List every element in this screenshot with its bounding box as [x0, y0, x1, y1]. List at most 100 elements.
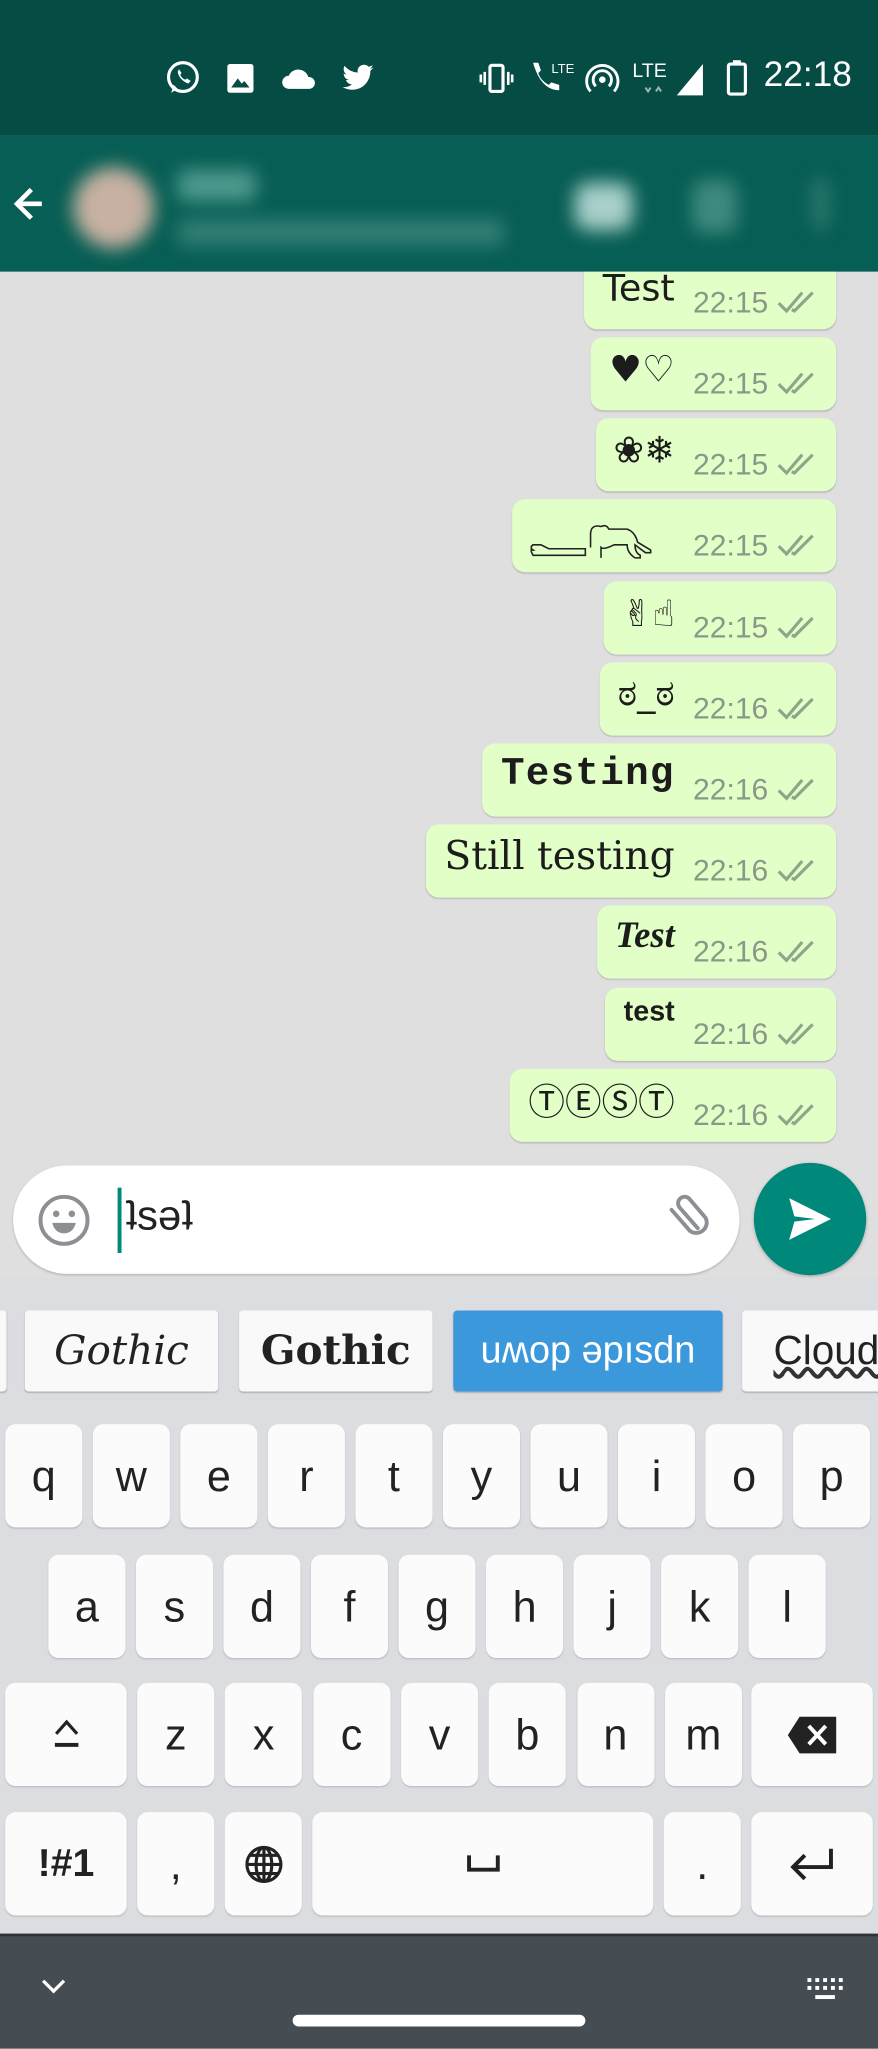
backspace-key[interactable]: [751, 1682, 873, 1787]
message-text: ❀❄: [613, 427, 675, 472]
navigation-bar: [0, 1933, 878, 2049]
message-input-text[interactable]: ʇsǝʇ: [125, 1192, 192, 1240]
message-time: 22:15: [693, 527, 769, 562]
message-text: Test: [615, 915, 675, 957]
key-f[interactable]: f: [310, 1554, 389, 1659]
font-suggestion-cloud[interactable]: Cloud: [742, 1310, 878, 1392]
contact-name[interactable]: [177, 169, 257, 202]
key-r[interactable]: r: [267, 1424, 345, 1528]
message-bubble[interactable]: ✌☝ 22:15: [603, 581, 837, 655]
video-call-button[interactable]: [574, 182, 633, 230]
message-bubble[interactable]: Testing 22:16: [482, 743, 837, 817]
keyboard-icon: [807, 1978, 843, 2000]
arrow-back-icon: [13, 187, 42, 220]
key-d[interactable]: d: [223, 1554, 301, 1659]
double-check-icon: [777, 859, 814, 882]
message-bubble[interactable]: Still testing 22:16: [426, 824, 837, 898]
double-check-icon: [777, 697, 814, 720]
double-check-icon: [777, 291, 814, 314]
message-list[interactable]: Test 22:15 ♥♡ 22:15 ❀❄ 22:15 22:15 ✌☝ 22:15 ಠ_ಠ 22…: [0, 271, 878, 1155]
message-text: ಠ_ಠ: [617, 671, 675, 715]
key-g[interactable]: g: [398, 1554, 476, 1659]
double-check-icon: [777, 940, 814, 963]
message-bubble[interactable]: test 22:16: [605, 987, 837, 1061]
key-s[interactable]: s: [135, 1554, 213, 1659]
avatar[interactable]: [73, 167, 155, 249]
svg-text:LTE: LTE: [632, 60, 666, 82]
double-check-icon: [777, 372, 814, 395]
symbols-key[interactable]: !#1: [5, 1812, 127, 1916]
font-suggestion-upside-down[interactable]: uʍop ǝpısdn: [453, 1310, 723, 1392]
shift-key[interactable]: [5, 1682, 127, 1787]
key-m[interactable]: m: [664, 1682, 742, 1787]
key-a[interactable]: a: [48, 1554, 126, 1659]
key-p[interactable]: p: [793, 1424, 871, 1528]
status-bar: LTE LTE 22:18: [0, 0, 878, 136]
double-check-icon: [777, 534, 814, 557]
hotspot-icon: [584, 60, 621, 97]
key-q[interactable]: q: [5, 1424, 83, 1528]
keyboard-switch-button[interactable]: [805, 1976, 844, 2014]
globe-icon: [244, 1845, 282, 1883]
lte-signal-icon: LTE: [632, 60, 705, 97]
language-key[interactable]: [224, 1812, 302, 1916]
message-time: 22:16: [693, 1015, 769, 1050]
message-text: Testing: [500, 752, 675, 797]
enter-key[interactable]: [751, 1812, 873, 1916]
key-c[interactable]: c: [313, 1682, 391, 1787]
volte-call-icon: LTE: [528, 60, 575, 97]
enter-icon: [789, 1848, 833, 1880]
key-z[interactable]: z: [137, 1682, 215, 1787]
emoji-icon[interactable]: [37, 1193, 92, 1254]
message-bubble[interactable]: ❀❄ 22:15: [595, 418, 837, 492]
period-key[interactable]: .: [663, 1812, 741, 1916]
font-suggestion-gothic-light[interactable]: Gothic: [24, 1310, 219, 1392]
backspace-icon: [787, 1716, 836, 1753]
key-y[interactable]: y: [442, 1424, 521, 1528]
comma-key[interactable]: ,: [137, 1812, 215, 1916]
message-bubble[interactable]: Test 22:15: [584, 271, 837, 330]
space-key[interactable]: [312, 1812, 654, 1916]
message-text: ⓉⒺⓈⓉ: [528, 1080, 675, 1124]
menu-button[interactable]: [812, 177, 829, 230]
key-k[interactable]: k: [661, 1554, 739, 1659]
message-bubble[interactable]: ♥♡ 22:15: [590, 337, 837, 411]
send-button[interactable]: [753, 1162, 867, 1276]
key-n[interactable]: n: [576, 1682, 654, 1787]
back-button[interactable]: [13, 183, 47, 231]
clock: 22:18: [763, 54, 852, 95]
message-bubble[interactable]: ಠ_ಠ 22:16: [599, 662, 837, 736]
svg-text:LTE: LTE: [551, 61, 574, 76]
key-x[interactable]: x: [225, 1682, 303, 1787]
font-suggestion-prev[interactable]: [0, 1310, 7, 1392]
contact-status: [177, 219, 505, 246]
hide-keyboard-button[interactable]: [39, 1976, 68, 2003]
key-e[interactable]: e: [180, 1424, 258, 1528]
key-t[interactable]: t: [355, 1424, 433, 1528]
key-o[interactable]: o: [705, 1424, 783, 1528]
message-text: test: [623, 994, 675, 1027]
message-time: 22:16: [693, 933, 769, 968]
message-bubble[interactable]: 22:15: [512, 499, 837, 573]
text-caret: [117, 1187, 122, 1253]
key-v[interactable]: v: [400, 1682, 479, 1787]
message-input[interactable]: ʇsǝʇ: [13, 1165, 740, 1274]
key-b[interactable]: b: [488, 1682, 566, 1787]
key-l[interactable]: l: [748, 1554, 826, 1659]
message-bubble[interactable]: Test 22:16: [596, 905, 837, 979]
message-text: ♥♡: [609, 346, 675, 391]
paperclip-icon[interactable]: [659, 1192, 714, 1256]
key-j[interactable]: j: [573, 1554, 651, 1659]
key-i[interactable]: i: [617, 1424, 696, 1528]
key-w[interactable]: w: [92, 1424, 170, 1528]
battery-icon: [726, 60, 747, 97]
message-time: 22:15: [693, 609, 769, 644]
font-suggestion-gothic-bold[interactable]: Gothic: [239, 1310, 433, 1392]
message-bubble[interactable]: ⓉⒺⓈⓉ 22:16: [510, 1068, 837, 1142]
voice-call-button[interactable]: [692, 180, 737, 233]
cloud-icon: [281, 60, 318, 97]
key-u[interactable]: u: [530, 1424, 608, 1528]
key-h[interactable]: h: [486, 1554, 564, 1659]
home-handle[interactable]: [292, 2014, 586, 2027]
whatsapp-icon: [165, 60, 202, 97]
